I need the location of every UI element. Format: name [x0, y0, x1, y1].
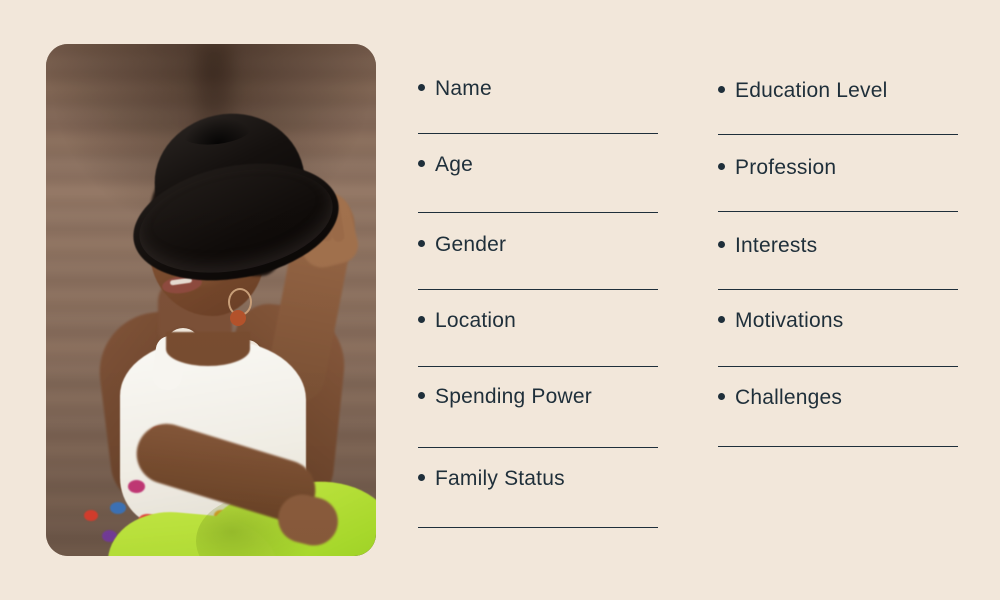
field-divider-challenges — [718, 446, 958, 447]
bullet-icon — [718, 393, 725, 400]
field-divider-interests — [718, 289, 958, 290]
field-label-education-level: Education Level — [735, 79, 888, 102]
bullet-icon — [418, 474, 425, 481]
field-divider-gender — [418, 289, 658, 290]
bullet-icon — [718, 241, 725, 248]
field-item-name[interactable]: Name — [418, 78, 492, 99]
bullet-icon — [418, 160, 425, 167]
bullet-icon — [418, 316, 425, 323]
field-divider-location — [418, 366, 658, 367]
field-divider-family-status — [418, 527, 658, 528]
field-item-spending-power[interactable]: Spending Power — [418, 386, 592, 407]
field-item-family-status[interactable]: Family Status — [418, 468, 565, 489]
field-label-name: Name — [435, 77, 492, 100]
field-label-gender: Gender — [435, 233, 507, 256]
field-label-family-status: Family Status — [435, 467, 565, 490]
field-item-profession[interactable]: Profession — [718, 157, 836, 178]
bullet-icon — [418, 84, 425, 91]
photo-grain-overlay — [46, 44, 376, 556]
field-divider-motivations — [718, 366, 958, 367]
field-label-motivations: Motivations — [735, 309, 844, 332]
field-divider-spending-power — [418, 447, 658, 448]
bullet-icon — [418, 240, 425, 247]
field-divider-age — [418, 212, 658, 213]
field-item-interests[interactable]: Interests — [718, 235, 817, 256]
field-label-interests: Interests — [735, 234, 818, 257]
field-label-profession: Profession — [735, 156, 837, 179]
persona-photo — [46, 44, 376, 556]
field-label-age: Age — [435, 153, 473, 176]
field-item-age[interactable]: Age — [418, 154, 473, 175]
field-item-motivations[interactable]: Motivations — [718, 310, 843, 331]
bullet-icon — [718, 316, 725, 323]
bullet-icon — [718, 163, 725, 170]
bullet-icon — [718, 86, 725, 93]
bullet-icon — [418, 392, 425, 399]
field-item-challenges[interactable]: Challenges — [718, 387, 842, 408]
field-item-education-level[interactable]: Education Level — [718, 80, 887, 101]
persona-template-canvas: Name Age Gender Location Spending Power … — [0, 0, 1000, 600]
field-divider-name — [418, 133, 658, 134]
field-label-challenges: Challenges — [735, 386, 843, 409]
field-item-location[interactable]: Location — [418, 310, 516, 331]
field-label-spending-power: Spending Power — [435, 385, 592, 408]
field-item-gender[interactable]: Gender — [418, 234, 506, 255]
field-label-location: Location — [435, 309, 516, 332]
field-divider-education-level — [718, 134, 958, 135]
field-divider-profession — [718, 211, 958, 212]
